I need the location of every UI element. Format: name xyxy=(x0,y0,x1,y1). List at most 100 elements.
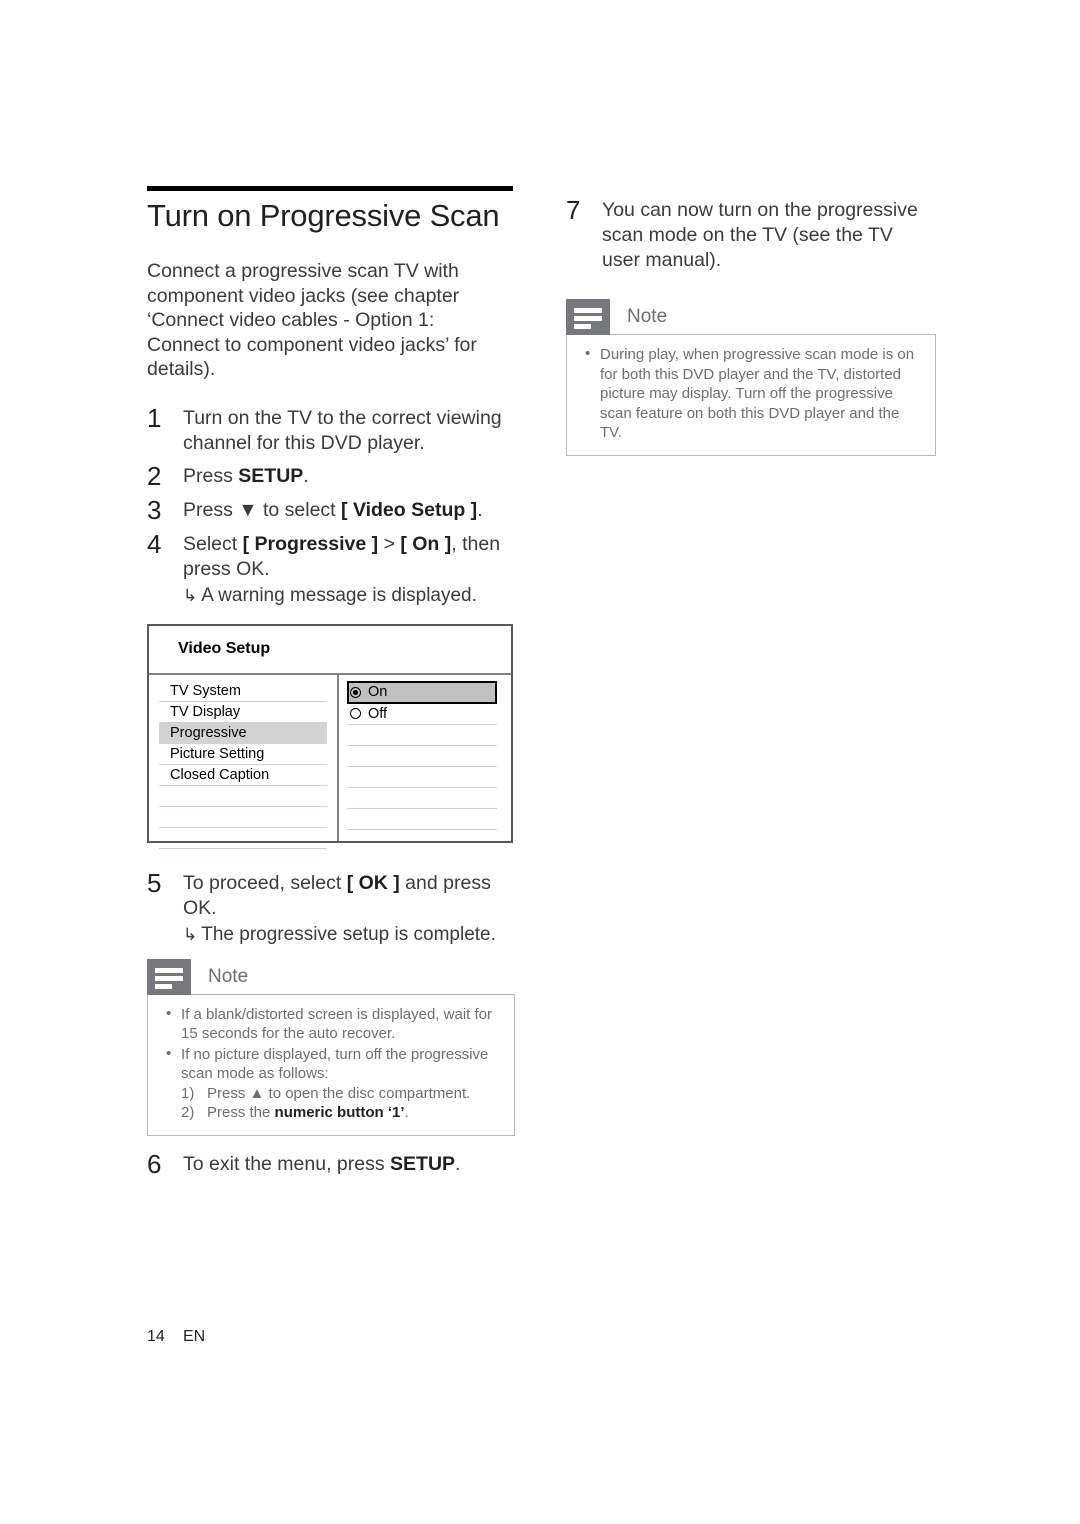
note-left-title: Note xyxy=(208,965,249,987)
note-left-substep-1: 1) Press ▲ to open the disc compartment. xyxy=(181,1084,500,1104)
note-left-bullets: If a blank/distorted screen is displayed… xyxy=(162,1004,500,1123)
step-3-text: Press ▼ to select [ Video Setup ]. xyxy=(183,496,515,523)
step-3-pre: Press ▼ to select xyxy=(183,498,342,521)
note-right-header: Note xyxy=(566,299,936,335)
note-right-body: During play, when progressive scan mode … xyxy=(566,334,936,456)
step-2-pre: Press xyxy=(183,464,239,487)
footer-language: EN xyxy=(183,1328,206,1345)
video-setup-option-list: On Off xyxy=(339,675,511,841)
step-2: 2 Press SETUP. xyxy=(147,462,515,490)
step-3-post: . xyxy=(477,498,483,521)
step-1-number: 1 xyxy=(147,402,162,433)
step-7: 7 You can now turn on the progressive sc… xyxy=(566,196,936,273)
option-off-label: Off xyxy=(368,705,388,722)
note-left-bullet-2: If no picture displayed, turn off the pr… xyxy=(162,1044,500,1123)
step-5-text: To proceed, select [ OK ] and press OK. … xyxy=(183,869,515,947)
menu-item-empty xyxy=(159,807,327,828)
radio-empty-icon xyxy=(350,708,361,720)
step-5: 5 To proceed, select [ OK ] and press OK… xyxy=(147,869,515,947)
step-6: 6 To exit the menu, press SETUP. xyxy=(147,1150,515,1178)
option-empty xyxy=(347,746,497,767)
menu-item-picture-setting[interactable]: Picture Setting xyxy=(159,744,327,765)
step-4-bold-on: [ On ] xyxy=(400,532,452,555)
option-on-label: On xyxy=(368,684,388,701)
step-3: 3 Press ▼ to select [ Video Setup ]. xyxy=(147,496,515,524)
left-column: Turn on Progressive Scan Connect a progr… xyxy=(147,186,515,1184)
manual-page: Turn on Progressive Scan Connect a progr… xyxy=(0,0,1080,1524)
step-5-bold: [ OK ] xyxy=(346,871,400,894)
title-rule xyxy=(147,186,513,191)
step-3-number: 3 xyxy=(147,494,162,525)
page-footer: 14 EN xyxy=(147,1328,205,1346)
note-lines-icon xyxy=(147,958,191,995)
step-6-text: To exit the menu, press SETUP. xyxy=(183,1150,515,1177)
step-4-result: ↳ A warning message is displayed. xyxy=(183,583,515,608)
intro-paragraph: Connect a progressive scan TV with compo… xyxy=(147,260,477,381)
note-right-bullets: During play, when progressive scan mode … xyxy=(581,344,921,443)
note-left-substep-1-ord: 1) xyxy=(181,1084,195,1102)
note-left-body: If a blank/distorted screen is displayed… xyxy=(147,993,515,1136)
page-title: Turn on Progressive Scan xyxy=(147,198,500,233)
note-left-substeps: 1) Press ▲ to open the disc compartment. … xyxy=(181,1084,500,1123)
step-6-post: . xyxy=(455,1152,461,1175)
step-6-number: 6 xyxy=(147,1148,162,1179)
menu-item-closed-caption[interactable]: Closed Caption xyxy=(159,765,327,786)
step-5-pre: To proceed, select xyxy=(183,871,347,894)
option-empty xyxy=(347,725,497,746)
menu-item-progressive[interactable]: Progressive xyxy=(159,722,327,744)
step-4-text: Select [ Progressive ] > [ On ], then pr… xyxy=(183,530,515,608)
result-arrow-icon: ↳ xyxy=(183,585,198,605)
step-1-text: Turn on the TV to the correct viewing ch… xyxy=(183,406,502,454)
step-7-number: 7 xyxy=(566,195,581,225)
note-left-bullet-1: If a blank/distorted screen is displayed… xyxy=(162,1004,500,1044)
step-4-number: 4 xyxy=(147,528,162,559)
note-box-right: Note During play, when progressive scan … xyxy=(566,299,936,456)
step-5-result-text: The progressive setup is complete. xyxy=(201,923,496,945)
footer-page-number: 14 xyxy=(147,1328,165,1345)
option-on[interactable]: On xyxy=(347,680,497,704)
step-7-text: You can now turn on the progressive scan… xyxy=(602,199,918,271)
note-left-substep-2: 2) Press the numeric button ‘1’. xyxy=(181,1103,500,1123)
step-2-bold: SETUP xyxy=(238,464,304,487)
step-1: 1 Turn on the TV to the correct viewing … xyxy=(147,404,515,456)
step-4-mid: > xyxy=(378,532,401,555)
note-left-bullet-2-text: If no picture displayed, turn off the pr… xyxy=(181,1045,489,1083)
video-setup-menu-list: TV System TV Display Progressive Picture… xyxy=(149,674,339,849)
option-off[interactable]: Off xyxy=(347,704,497,725)
video-setup-title: Video Setup xyxy=(178,640,271,658)
option-empty xyxy=(347,788,497,809)
note-left-substep-2-bold: numeric button ‘1’ xyxy=(274,1104,405,1122)
step-5-number: 5 xyxy=(147,867,162,898)
step-5-result: ↳ The progressive setup is complete. xyxy=(183,922,515,947)
note-left-substep-2-pre: Press the xyxy=(207,1104,275,1122)
option-empty xyxy=(347,809,497,830)
menu-item-tv-display[interactable]: TV Display xyxy=(159,702,327,723)
step-4: 4 Select [ Progressive ] > [ On ], then … xyxy=(147,530,515,608)
step-6-pre: To exit the menu, press xyxy=(183,1152,391,1175)
step-2-post: . xyxy=(303,464,309,487)
note-left-substep-2-ord: 2) xyxy=(181,1104,195,1122)
video-setup-columns: TV System TV Display Progressive Picture… xyxy=(149,674,511,849)
video-setup-screen: Video Setup TV System TV Display Progres… xyxy=(147,623,513,849)
step-3-bold: [ Video Setup ] xyxy=(341,498,478,521)
note-left-header: Note xyxy=(147,958,515,995)
video-setup-header: Video Setup xyxy=(149,626,511,675)
step-2-text: Press SETUP. xyxy=(183,462,515,489)
note-right-bullet-1: During play, when progressive scan mode … xyxy=(581,344,921,443)
note-left-substep-1-text: Press ▲ to open the disc compartment. xyxy=(207,1084,471,1102)
step-2-number: 2 xyxy=(147,460,162,491)
option-empty xyxy=(347,767,497,788)
radio-selected-icon xyxy=(350,686,361,698)
menu-item-empty xyxy=(159,786,327,807)
step-4-result-text: A warning message is displayed. xyxy=(201,584,477,606)
note-right-title: Note xyxy=(627,306,668,327)
menu-item-empty xyxy=(159,828,327,849)
menu-item-tv-system[interactable]: TV System xyxy=(159,681,327,702)
note-box-left: Note If a blank/distorted screen is disp… xyxy=(147,958,515,1136)
step-6-bold: SETUP xyxy=(390,1152,456,1175)
right-column: 7 You can now turn on the progressive sc… xyxy=(566,196,936,462)
step-4-pre: Select xyxy=(183,532,243,555)
note-lines-icon xyxy=(566,299,610,335)
note-left-substep-2-post: . xyxy=(404,1104,409,1122)
step-4-bold-progressive: [ Progressive ] xyxy=(242,532,379,555)
